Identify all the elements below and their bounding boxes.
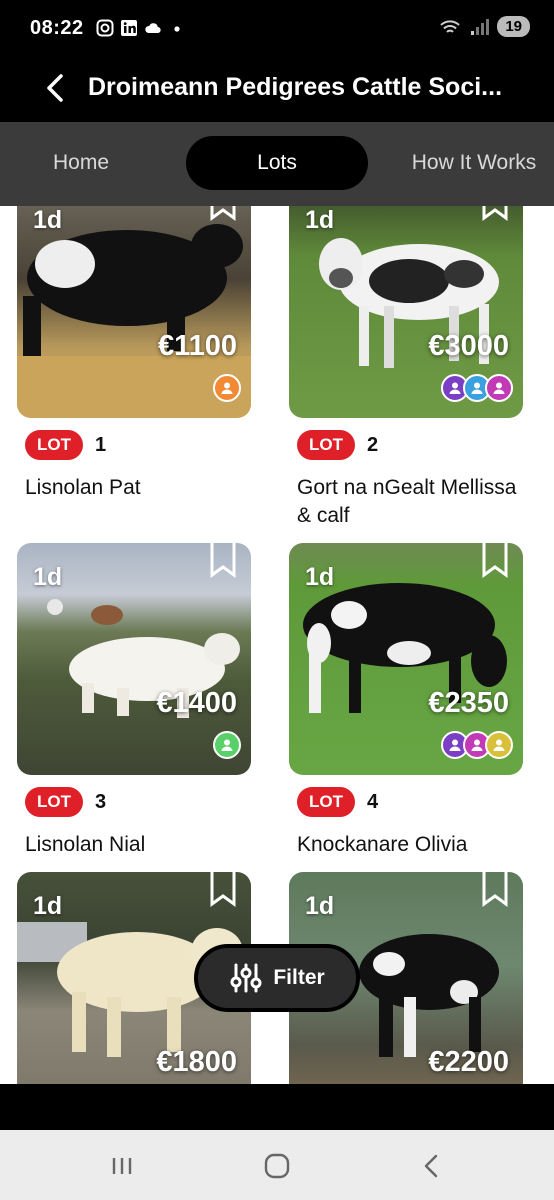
lot-price: €1100 (157, 330, 237, 362)
instagram-icon (96, 19, 114, 37)
back-icon[interactable] (416, 1150, 448, 1182)
lot-price: €1800 (156, 1046, 237, 1078)
bidder-avatars (213, 731, 241, 759)
lot-price: €2350 (428, 687, 509, 719)
bottom-spacer (0, 1084, 554, 1130)
bidder-avatars (441, 374, 513, 402)
lot-card[interactable]: 1d €2350 LOT 4 Knockanare Olivia (289, 543, 523, 859)
home-icon[interactable] (261, 1150, 293, 1182)
signal-icon (471, 18, 490, 35)
back-arrow-icon[interactable] (36, 68, 76, 108)
lot-name: Gort na nGealt Mellissa & calf (297, 476, 517, 527)
status-right: 19 (439, 16, 530, 37)
lot-badge: LOT (297, 787, 355, 817)
lot-name: Lisnolan Pat (25, 476, 141, 499)
wifi-icon (440, 19, 461, 33)
sliders-icon (230, 963, 262, 993)
lot-photo[interactable]: 1d €2350 (289, 543, 523, 775)
time-left: 1d (305, 892, 335, 920)
lot-number: 4 (367, 790, 379, 813)
lot-badge: LOT (25, 787, 83, 817)
lot-card[interactable]: 1d €1400 LOT 3 Lisnolan Nial (17, 543, 251, 859)
lot-price: €3000 (428, 330, 509, 362)
page-title: Droimeann Pedigrees Cattle Soci... (88, 73, 503, 101)
tab-how-it-works[interactable]: How It Works (396, 136, 552, 190)
lot-card[interactable]: 1d €3000 LOT 2 Gort na nGealt Mellissa & … (289, 206, 523, 530)
lot-price: €2200 (428, 1046, 509, 1078)
lot-number: 2 (367, 433, 379, 456)
tab-lots[interactable]: Lots (186, 136, 368, 190)
lot-photo[interactable]: 1d €3000 (289, 206, 523, 418)
bidder-avatars (441, 731, 513, 759)
user-avatar-icon (485, 731, 513, 759)
bookmark-icon[interactable] (209, 872, 237, 908)
recent-apps-icon[interactable] (106, 1150, 138, 1182)
lot-badge: LOT (25, 430, 83, 460)
filter-button[interactable]: Filter (194, 944, 360, 1012)
bookmark-icon[interactable] (481, 206, 509, 222)
user-avatar-icon (213, 374, 241, 402)
user-avatar-icon (485, 374, 513, 402)
lot-name: Knockanare Olivia (297, 833, 468, 856)
user-avatar-icon (213, 731, 241, 759)
lot-price: €1400 (156, 687, 237, 719)
bookmark-icon[interactable] (209, 543, 237, 579)
app-header: Droimeann Pedigrees Cattle Soci... (0, 60, 554, 122)
filter-label: Filter (273, 966, 325, 989)
status-bar: 08:22 19 (0, 0, 554, 60)
tab-home[interactable]: Home (12, 136, 150, 190)
time-left: 1d (33, 563, 63, 591)
battery-indicator: 19 (497, 16, 530, 37)
dot-icon (174, 26, 180, 32)
time-left: 1d (33, 892, 63, 920)
bookmark-icon[interactable] (481, 872, 509, 908)
cloud-icon (145, 23, 161, 34)
status-time: 08:22 (30, 17, 84, 39)
linkedin-icon (121, 20, 137, 36)
time-left: 1d (33, 206, 63, 234)
lot-photo[interactable]: 1d €1100 (17, 206, 251, 418)
time-left: 1d (305, 206, 335, 234)
time-left: 1d (305, 563, 335, 591)
lot-name: Lisnolan Nial (25, 833, 146, 856)
lot-badge: LOT (297, 430, 355, 460)
lot-number: 1 (95, 433, 107, 456)
lot-photo[interactable]: 1d €1400 (17, 543, 251, 775)
bookmark-icon[interactable] (481, 543, 509, 579)
system-nav-bar (0, 1130, 554, 1200)
tab-bar: Home Lots How It Works (0, 122, 554, 206)
status-icons (96, 19, 186, 37)
lot-card[interactable]: 1d €1100 LOT 1 Lisnolan Pat (17, 206, 251, 502)
bookmark-icon[interactable] (209, 206, 237, 222)
bidder-avatars (213, 374, 241, 402)
lot-number: 3 (95, 790, 107, 813)
